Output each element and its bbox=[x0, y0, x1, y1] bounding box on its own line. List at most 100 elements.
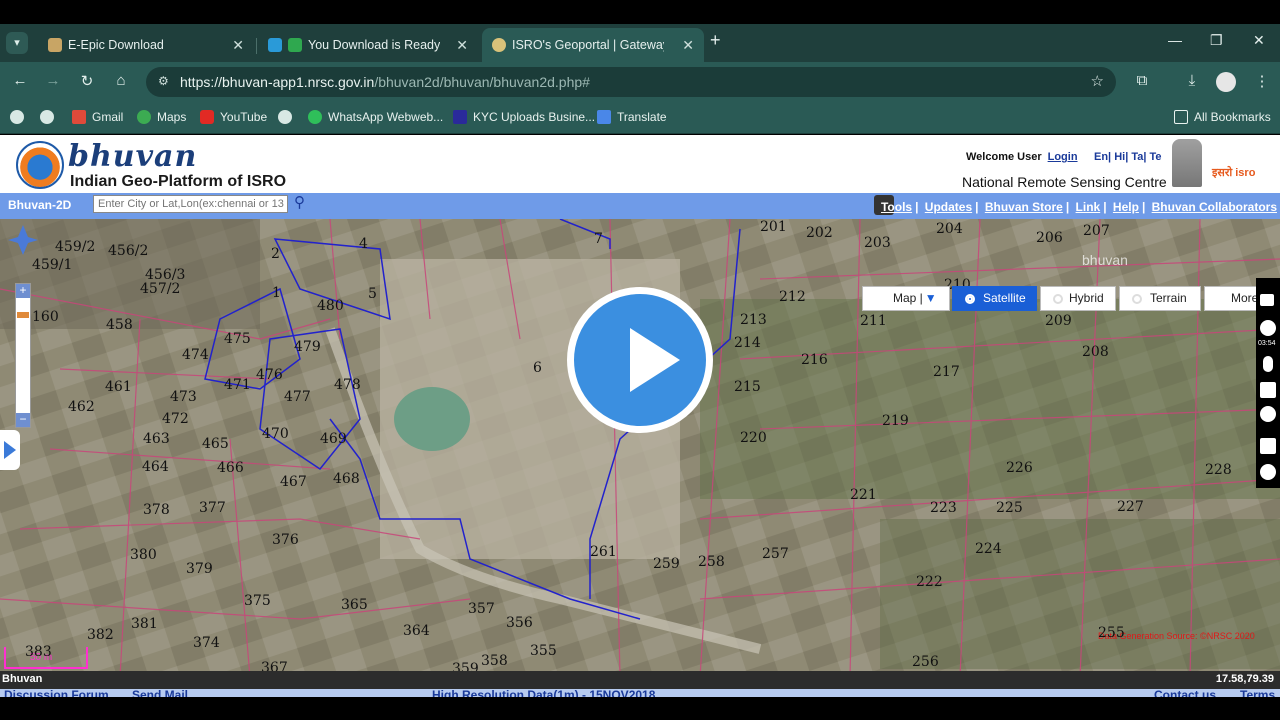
close-icon[interactable]: ✕ bbox=[232, 28, 244, 62]
plot-number-label: 206 bbox=[1036, 230, 1063, 246]
plot-number-label: 463 bbox=[143, 431, 170, 447]
plot-number-label: 477 bbox=[284, 389, 311, 405]
bookmark-star-icon[interactable]: ☆ bbox=[1091, 72, 1104, 90]
tab-epic-download[interactable]: E-Epic Download ✕ bbox=[38, 28, 254, 62]
maptype-map[interactable]: Map | ▼ bbox=[862, 286, 950, 311]
discussion-forum-link[interactable]: Discussion Forum bbox=[4, 689, 109, 697]
screen: ▾ E-Epic Download ✕ You Download is Read… bbox=[0, 0, 1280, 720]
download-icon[interactable]: ⤓ bbox=[1182, 72, 1202, 89]
maptype-terrain[interactable]: Terrain bbox=[1119, 286, 1201, 311]
record-icon[interactable] bbox=[1260, 320, 1276, 336]
bookmark-globe-2[interactable] bbox=[40, 109, 60, 125]
map-status-bar: Bhuvan 17.58,79.39 bbox=[0, 671, 1280, 689]
plot-number-label: 221 bbox=[850, 487, 877, 503]
layers-icon[interactable] bbox=[1260, 438, 1276, 454]
kyc-icon bbox=[453, 110, 467, 124]
plot-number-label: 355 bbox=[530, 643, 557, 659]
forward-icon[interactable]: → bbox=[43, 72, 63, 89]
tab-download-ready[interactable]: You Download is Ready ✕ bbox=[262, 28, 478, 62]
bookmark-gmail[interactable]: Gmail bbox=[72, 109, 123, 125]
bottom-letterbox bbox=[0, 697, 1280, 720]
home-icon[interactable]: ⌂ bbox=[111, 72, 131, 89]
whatsapp-icon bbox=[308, 110, 322, 124]
all-bookmarks[interactable]: All Bookmarks bbox=[1174, 109, 1271, 125]
location-search-input[interactable] bbox=[93, 195, 288, 213]
tab-isro-geoportal[interactable]: ISRO's Geoportal | Gateway to I ✕ bbox=[482, 28, 704, 62]
volume-icon[interactable] bbox=[1260, 382, 1276, 398]
plot-number-label: 383 bbox=[25, 644, 52, 660]
toolbar-links: Tools | Updates | Bhuvan Store | Link | Help… bbox=[880, 200, 1277, 214]
back-icon[interactable]: ← bbox=[10, 72, 30, 89]
send-mail-link[interactable]: Send Mail bbox=[132, 689, 188, 697]
site-info-icon[interactable]: ⚙ bbox=[158, 74, 169, 88]
settings-gear-icon[interactable] bbox=[1260, 464, 1276, 480]
video-play-button[interactable] bbox=[567, 287, 713, 433]
zoom-handle[interactable] bbox=[17, 312, 29, 318]
contact-us-link[interactable]: Contact us bbox=[1154, 689, 1216, 697]
bhuvan-store-link[interactable]: Bhuvan Store bbox=[985, 200, 1063, 214]
plot-number-label: 376 bbox=[272, 532, 299, 548]
url-text: https://bhuvan-app1.nrsc.gov.in/bhuvan2d… bbox=[180, 74, 590, 90]
tools-link[interactable]: Tools bbox=[881, 200, 912, 214]
plot-number-label: 217 bbox=[933, 364, 960, 380]
tab-strip: ▾ E-Epic Download ✕ You Download is Read… bbox=[0, 24, 1280, 62]
tab-search-button[interactable]: ▾ bbox=[6, 32, 28, 54]
bhuvan-logo-text[interactable]: bhuvan bbox=[68, 139, 197, 174]
bookmarks-bar: Gmail Maps YouTube WhatsApp Webweb... KY… bbox=[0, 102, 1280, 134]
radio-selected-icon bbox=[965, 294, 975, 304]
target-icon[interactable] bbox=[1260, 406, 1276, 422]
minimize-icon[interactable]: — bbox=[1168, 32, 1182, 48]
close-icon[interactable]: ✕ bbox=[682, 28, 694, 62]
restore-icon[interactable]: ❐ bbox=[1210, 32, 1223, 49]
plot-number-label: 228 bbox=[1205, 462, 1232, 478]
zoom-slider[interactable]: + − bbox=[15, 283, 31, 428]
plot-number-label: 464 bbox=[142, 459, 169, 475]
bhuvan-logo-icon[interactable] bbox=[16, 141, 64, 189]
tab-title: E-Epic Download bbox=[68, 38, 164, 52]
login-link[interactable]: Login bbox=[1048, 151, 1078, 163]
bookmark-maps[interactable]: Maps bbox=[137, 109, 186, 125]
plot-number-label: 471 bbox=[224, 377, 251, 393]
plot-number-label: 478 bbox=[334, 377, 361, 393]
window-close-icon[interactable]: ✕ bbox=[1253, 32, 1265, 49]
plot-number-label: 261 bbox=[590, 544, 617, 560]
microphone-icon[interactable] bbox=[1263, 356, 1273, 372]
camera-icon[interactable] bbox=[1260, 294, 1274, 306]
bookmark-translate[interactable]: Translate bbox=[597, 109, 667, 125]
close-icon[interactable]: ✕ bbox=[456, 28, 468, 62]
search-icon[interactable]: ⚲ bbox=[294, 193, 305, 211]
address-bar[interactable]: ⚙ https://bhuvan-app1.nrsc.gov.in/bhuvan… bbox=[146, 67, 1116, 97]
pan-control[interactable] bbox=[8, 225, 38, 255]
plot-number-label: 226 bbox=[1006, 460, 1033, 476]
gmail-icon bbox=[72, 110, 86, 124]
help-link[interactable]: Help bbox=[1113, 200, 1139, 214]
side-panel-toggle[interactable] bbox=[0, 430, 20, 470]
collaborators-link[interactable]: Bhuvan Collaborators bbox=[1152, 200, 1277, 214]
bookmark-youtube[interactable]: YouTube bbox=[200, 109, 267, 125]
terms-link[interactable]: Terms bbox=[1240, 689, 1275, 697]
plot-number-label: 380 bbox=[130, 547, 157, 563]
reload-icon[interactable]: ↻ bbox=[77, 72, 97, 90]
language-switcher[interactable]: En| Hi| Ta| Te bbox=[1094, 151, 1162, 163]
new-tab-icon[interactable]: + bbox=[710, 30, 721, 51]
plot-number-label: 214 bbox=[734, 335, 761, 351]
site-header: bhuvan Indian Geo-Platform of ISRO Welco… bbox=[0, 135, 1280, 193]
bookmark-kyc[interactable]: KYC Uploads Busine... bbox=[453, 109, 595, 125]
plot-number-label: 207 bbox=[1083, 223, 1110, 239]
bookmark-globe-1[interactable] bbox=[10, 109, 30, 125]
maptype-satellite[interactable]: Satellite bbox=[952, 286, 1037, 311]
zoom-out-button[interactable]: − bbox=[16, 413, 30, 427]
maptype-hybrid[interactable]: Hybrid bbox=[1040, 286, 1116, 311]
zoom-in-button[interactable]: + bbox=[16, 284, 30, 298]
menu-kebab-icon[interactable]: ⋮ bbox=[1252, 72, 1272, 90]
plot-number-label: 202 bbox=[806, 225, 833, 241]
bookmark-whatsapp[interactable]: WhatsApp Webweb... bbox=[308, 109, 443, 125]
bhuvan-watermark: bhuvan bbox=[1082, 252, 1128, 268]
maptype-more[interactable]: More bbox=[1204, 286, 1260, 311]
updates-link[interactable]: Updates bbox=[925, 200, 972, 214]
plot-number-label: 1 bbox=[272, 285, 281, 301]
link-link[interactable]: Link bbox=[1076, 200, 1101, 214]
bookmark-globe-3[interactable] bbox=[278, 109, 298, 125]
profile-avatar[interactable] bbox=[1216, 72, 1236, 92]
extensions-icon[interactable]: ⧉ bbox=[1132, 72, 1152, 89]
